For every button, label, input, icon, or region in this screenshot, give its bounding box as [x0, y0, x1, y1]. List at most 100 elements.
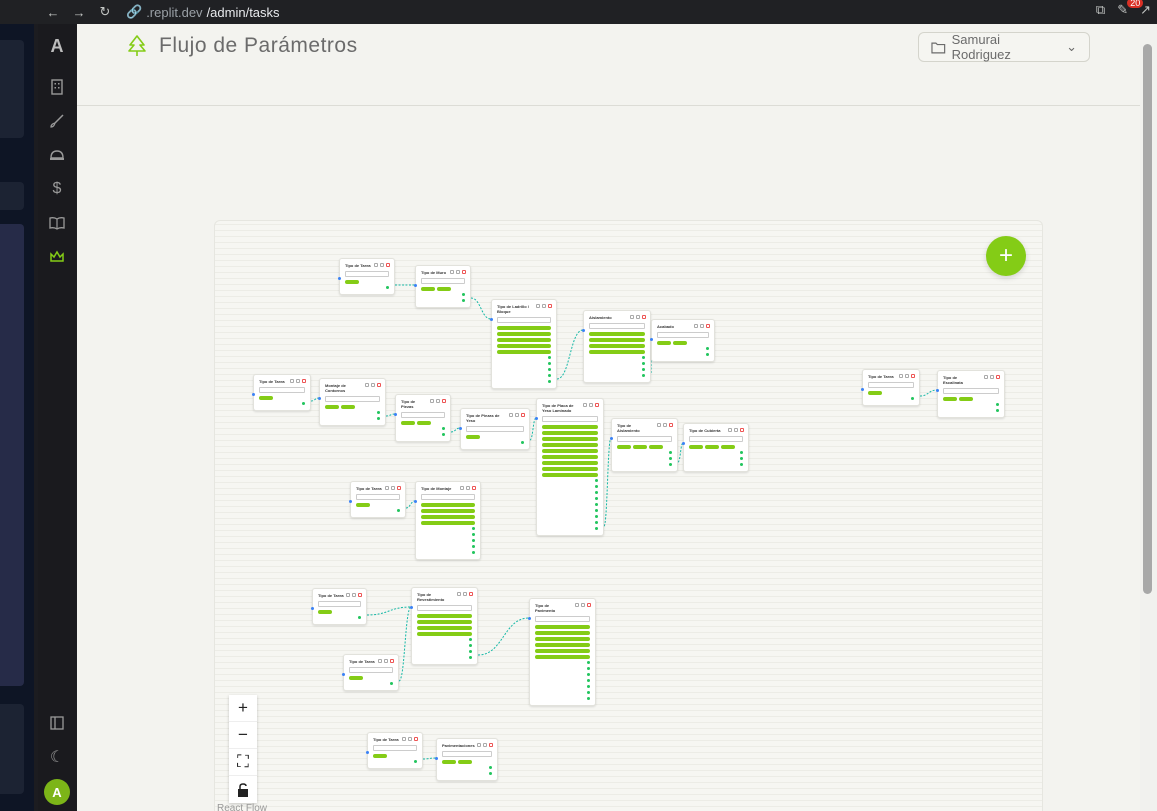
output-handle[interactable]	[595, 520, 598, 524]
option-pill[interactable]	[542, 437, 598, 441]
node-select[interactable]	[868, 382, 914, 388]
dollar-icon[interactable]: $	[45, 177, 69, 201]
flow-node[interactable]: Tipo de Muro	[414, 265, 471, 308]
output-handle[interactable]	[469, 649, 472, 653]
flow-node[interactable]: Tipo de Ladrillo / Bloque	[490, 299, 557, 389]
address-bar[interactable]: 🔗 .replit.dev/admin/tasks	[126, 4, 280, 20]
output-handle[interactable]	[548, 361, 551, 365]
edit-icon[interactable]	[583, 403, 587, 407]
output-handle[interactable]	[642, 355, 645, 359]
delete-icon[interactable]	[414, 737, 418, 741]
option-pill[interactable]	[633, 445, 647, 449]
node-select[interactable]	[259, 387, 305, 393]
output-handle[interactable]	[595, 508, 598, 512]
output-handle[interactable]	[548, 367, 551, 371]
option-pill[interactable]	[345, 280, 359, 284]
option-pill[interactable]	[421, 509, 475, 513]
option-pill[interactable]	[589, 350, 645, 354]
lock-button[interactable]	[229, 776, 257, 803]
delete-icon[interactable]	[587, 603, 591, 607]
node-select[interactable]	[466, 426, 524, 432]
output-handle[interactable]	[740, 450, 743, 454]
option-pill[interactable]	[356, 503, 370, 507]
option-pill[interactable]	[421, 515, 475, 519]
input-handle[interactable]	[338, 277, 341, 280]
edit-icon[interactable]	[694, 324, 698, 328]
option-pill[interactable]	[542, 431, 598, 435]
edit-icon[interactable]	[984, 375, 988, 379]
flow-node[interactable]: Tipo de Tarea	[349, 481, 406, 518]
output-handle[interactable]	[377, 410, 380, 414]
edit-icon[interactable]	[290, 379, 294, 383]
input-handle[interactable]	[311, 607, 314, 610]
output-handle[interactable]	[302, 401, 305, 405]
node-select[interactable]	[442, 751, 492, 757]
output-handle[interactable]	[462, 292, 465, 296]
copy-icon[interactable]	[463, 592, 467, 596]
edit-icon[interactable]	[430, 399, 434, 403]
option-pill[interactable]	[673, 341, 687, 345]
delete-icon[interactable]	[397, 486, 401, 490]
copy-icon[interactable]	[391, 486, 395, 490]
delete-icon[interactable]	[642, 315, 646, 319]
user-selector[interactable]: Samurai Rodriguez ⌄	[918, 32, 1090, 62]
output-handle[interactable]	[595, 490, 598, 494]
option-pill[interactable]	[349, 676, 363, 680]
output-handle[interactable]	[469, 637, 472, 641]
input-handle[interactable]	[435, 757, 438, 760]
output-handle[interactable]	[669, 456, 672, 460]
node-select[interactable]	[373, 745, 417, 751]
output-handle[interactable]	[595, 496, 598, 500]
delete-icon[interactable]	[489, 743, 493, 747]
edit-icon[interactable]	[477, 743, 481, 747]
flow-edge[interactable]	[603, 437, 612, 527]
node-select[interactable]	[318, 601, 361, 607]
edit-icon[interactable]	[728, 428, 732, 432]
option-pill[interactable]	[542, 455, 598, 459]
input-handle[interactable]	[861, 388, 864, 391]
output-handle[interactable]	[706, 346, 709, 350]
flow-canvas[interactable]: + + − ⛶ React Flow Tipo de Tarea Tipo de …	[214, 220, 1043, 811]
flow-node[interactable]: Pavimentaciones	[435, 738, 498, 781]
output-handle[interactable]	[669, 450, 672, 454]
delete-icon[interactable]	[462, 270, 466, 274]
option-pill[interactable]	[542, 443, 598, 447]
copy-icon[interactable]	[636, 315, 640, 319]
extensions-icon[interactable]: ✎ 20	[1117, 0, 1144, 18]
flow-edge[interactable]	[366, 606, 412, 616]
option-pill[interactable]	[259, 396, 273, 400]
delete-icon[interactable]	[706, 324, 710, 328]
output-handle[interactable]	[587, 678, 590, 682]
input-handle[interactable]	[936, 389, 939, 392]
flow-node[interactable]: Tipo de Aislamiento	[610, 418, 678, 472]
option-pill[interactable]	[373, 754, 387, 758]
input-handle[interactable]	[394, 413, 397, 416]
option-pill[interactable]	[868, 391, 882, 395]
delete-icon[interactable]	[302, 379, 306, 383]
option-pill[interactable]	[458, 760, 472, 764]
output-handle[interactable]	[489, 765, 492, 769]
option-pill[interactable]	[417, 421, 431, 425]
output-handle[interactable]	[587, 660, 590, 664]
edit-icon[interactable]	[899, 374, 903, 378]
output-handle[interactable]	[548, 355, 551, 359]
option-pill[interactable]	[535, 643, 590, 647]
flow-node[interactable]: Tipo de Cubierta	[682, 423, 749, 472]
app-logo[interactable]: A	[51, 36, 64, 57]
copy-icon[interactable]	[380, 263, 384, 267]
node-select[interactable]	[349, 667, 393, 673]
edit-icon[interactable]	[402, 737, 406, 741]
delete-icon[interactable]	[740, 428, 744, 432]
output-handle[interactable]	[472, 550, 475, 554]
book-icon[interactable]	[45, 211, 69, 235]
output-handle[interactable]	[740, 456, 743, 460]
option-pill[interactable]	[497, 326, 551, 330]
output-handle[interactable]	[469, 643, 472, 647]
flow-node[interactable]: Tipo de Tarea	[338, 258, 395, 295]
option-pill[interactable]	[442, 760, 456, 764]
node-select[interactable]	[421, 494, 475, 500]
option-pill[interactable]	[417, 626, 472, 630]
option-pill[interactable]	[589, 332, 645, 336]
option-pill[interactable]	[421, 521, 475, 525]
edit-icon[interactable]	[365, 383, 369, 387]
